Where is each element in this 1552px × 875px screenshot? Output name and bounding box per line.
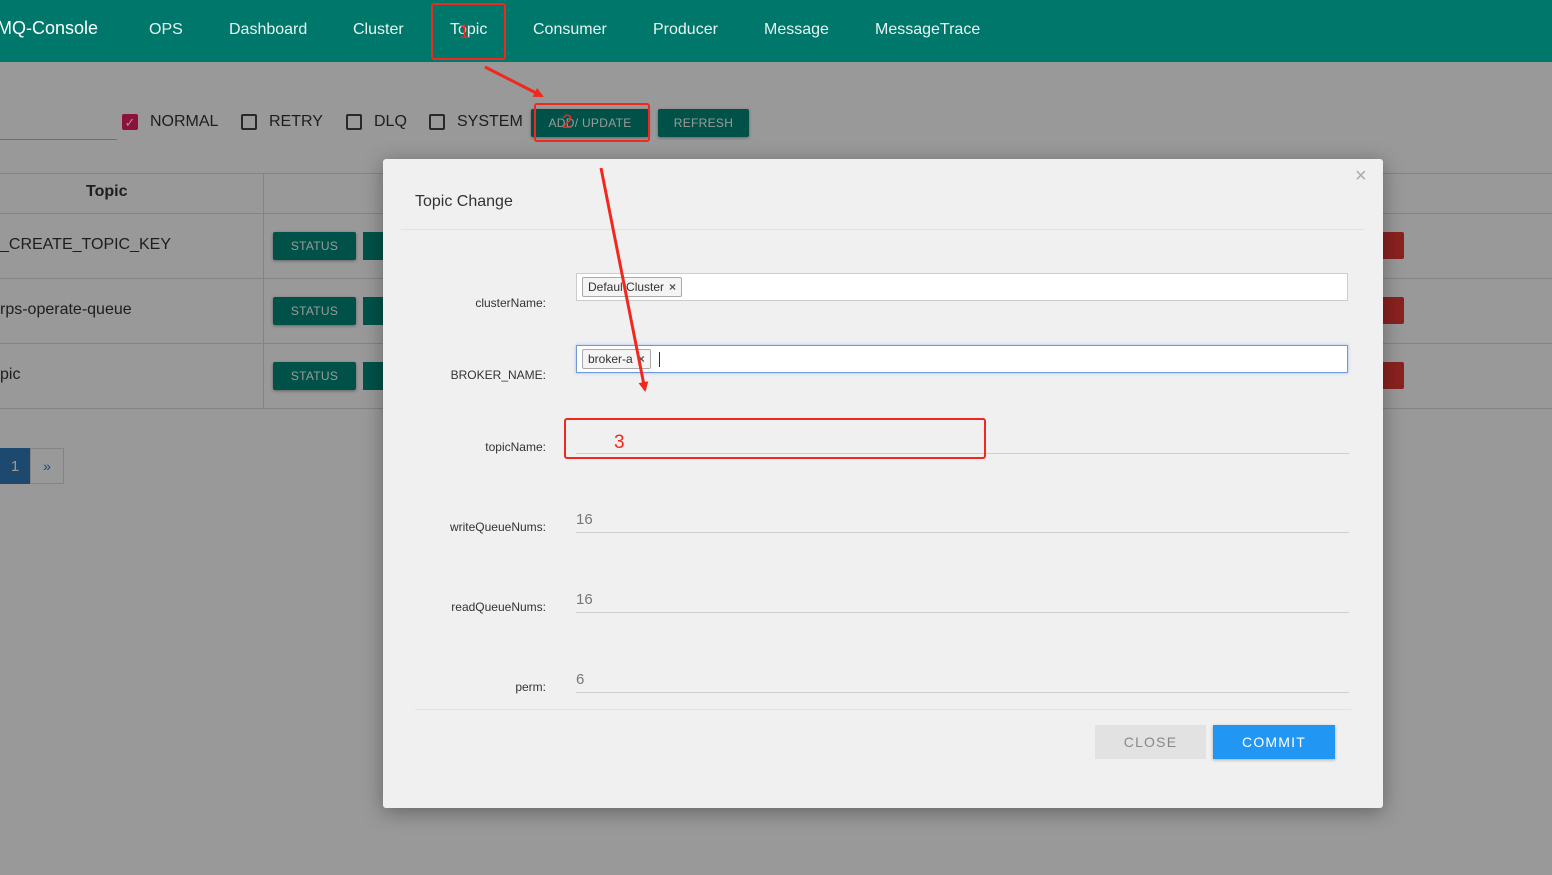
broker-name-select[interactable]: broker-a ×: [576, 345, 1348, 373]
remove-chip-icon[interactable]: ×: [638, 352, 645, 366]
dialog-title: Topic Change: [415, 193, 513, 210]
perm-label: perm:: [515, 680, 546, 694]
write-queue-nums-label: writeQueueNums:: [449, 520, 546, 534]
dialog-footer-divider: [415, 709, 1351, 710]
text-caret: [658, 351, 660, 367]
nav-ops[interactable]: OPS: [149, 21, 183, 39]
cluster-name-label: clusterName:: [475, 296, 546, 310]
broker-chip: broker-a ×: [582, 349, 651, 369]
commit-button[interactable]: COMMIT: [1213, 725, 1335, 759]
close-icon[interactable]: ×: [1355, 165, 1367, 188]
nav-cluster[interactable]: Cluster: [353, 21, 404, 39]
read-queue-nums-label: readQueueNums:: [451, 600, 546, 614]
annotation-box-3: [564, 418, 986, 459]
nav-message-trace[interactable]: MessageTrace: [875, 21, 980, 39]
annotation-number: 2: [562, 112, 573, 133]
close-button[interactable]: CLOSE: [1095, 725, 1206, 759]
write-queue-nums-input[interactable]: 16: [576, 511, 1349, 533]
read-queue-nums-input[interactable]: 16: [576, 591, 1349, 613]
broker-name-label: BROKER_NAME:: [450, 368, 546, 382]
nav-producer[interactable]: Producer: [653, 21, 718, 39]
topic-name-label: topicName:: [485, 440, 546, 454]
top-navbar: tMQ-Console OPS Dashboard Cluster Topic …: [0, 0, 1552, 62]
nav-consumer[interactable]: Consumer: [533, 21, 607, 39]
cluster-name-select[interactable]: DefaultCluster ×: [576, 273, 1348, 301]
chip-label: DefaultCluster: [588, 280, 665, 294]
dialog-divider: [401, 229, 1365, 230]
annotation-box-2: [534, 103, 650, 142]
annotation-number: 3: [614, 432, 625, 453]
remove-chip-icon[interactable]: ×: [669, 280, 676, 294]
perm-input[interactable]: 6: [576, 671, 1349, 693]
topic-change-dialog: Topic Change × clusterName: DefaultClust…: [383, 159, 1383, 808]
nav-message[interactable]: Message: [764, 21, 829, 39]
annotation-number: 1: [459, 22, 470, 43]
brand-title[interactable]: tMQ-Console: [0, 18, 98, 39]
nav-dashboard[interactable]: Dashboard: [229, 21, 307, 39]
chip-label: broker-a: [588, 352, 633, 366]
cluster-chip: DefaultCluster ×: [582, 277, 683, 297]
